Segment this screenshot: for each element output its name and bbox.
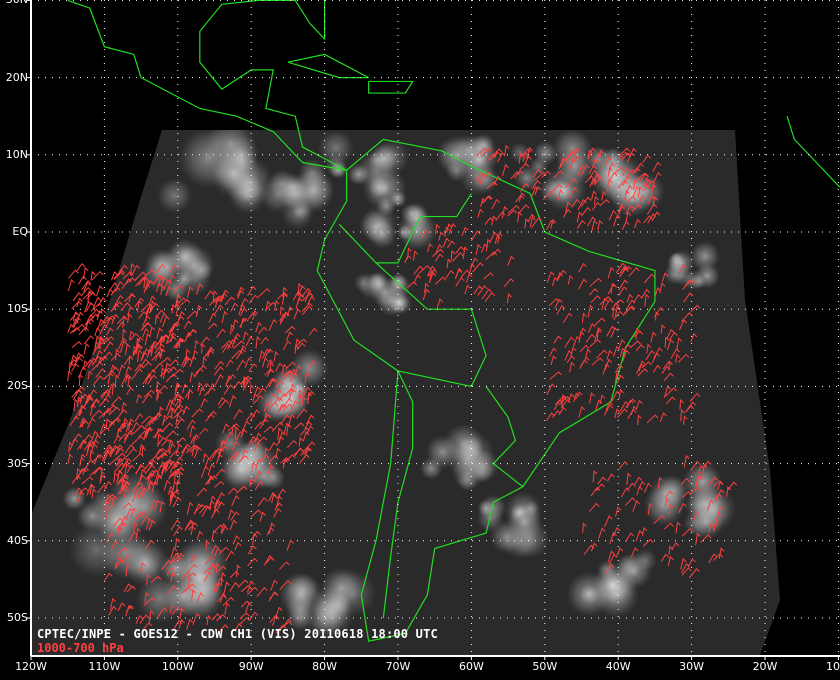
satellite-map [0, 0, 840, 680]
lon-label: 30W [679, 660, 705, 673]
cloud [633, 548, 658, 572]
lon-label: 110W [88, 660, 121, 673]
cloud [533, 141, 558, 166]
cloud [156, 177, 193, 214]
lat-label: 30S [7, 456, 28, 470]
cloud [369, 143, 399, 173]
cloud [447, 440, 487, 480]
lat-label: 50S [7, 611, 28, 624]
lat-label: 40S [7, 533, 28, 547]
cloud [178, 130, 240, 189]
cloud [174, 244, 215, 285]
image-title: CPTEC/INPE - GOES12 - CDW CH1 (VIS) 2011… [37, 627, 438, 641]
lat-label: 20N [5, 70, 28, 84]
cloud [389, 190, 407, 208]
cloud [68, 521, 125, 578]
lon-label: 50W [532, 660, 558, 673]
cloud [522, 500, 540, 518]
lon-label: 80W [312, 660, 338, 673]
cloud [131, 551, 160, 580]
cloud [668, 249, 695, 277]
cloud [353, 272, 374, 293]
lon-label: 10W [825, 660, 840, 673]
cloud [320, 567, 363, 610]
cloud [279, 172, 308, 201]
lat-label: 10S [7, 302, 28, 316]
cloud [405, 206, 430, 231]
lon-label: 70W [385, 660, 411, 673]
lon-label: 120W [15, 660, 47, 673]
lon-label: 20W [752, 660, 778, 673]
lon-label: 60W [458, 660, 484, 673]
lat-label: 10N [5, 147, 28, 161]
lat-label: 20S [7, 379, 28, 393]
cloud [566, 571, 612, 617]
lat-label: EQ [12, 225, 28, 238]
cloud [389, 294, 409, 313]
lon-label: 100W [161, 660, 194, 673]
cloud [551, 180, 575, 203]
cloud [278, 572, 323, 616]
lat-label: 30N [0, 0, 28, 6]
cloud [648, 475, 685, 512]
cloud [360, 204, 399, 243]
cloud [489, 520, 524, 554]
pressure-level-label: 1000-700 hPa [37, 641, 124, 655]
lon-label: 40W [605, 660, 631, 673]
cloud [317, 130, 355, 167]
cloud [688, 504, 724, 540]
lon-label: 90W [238, 660, 264, 673]
